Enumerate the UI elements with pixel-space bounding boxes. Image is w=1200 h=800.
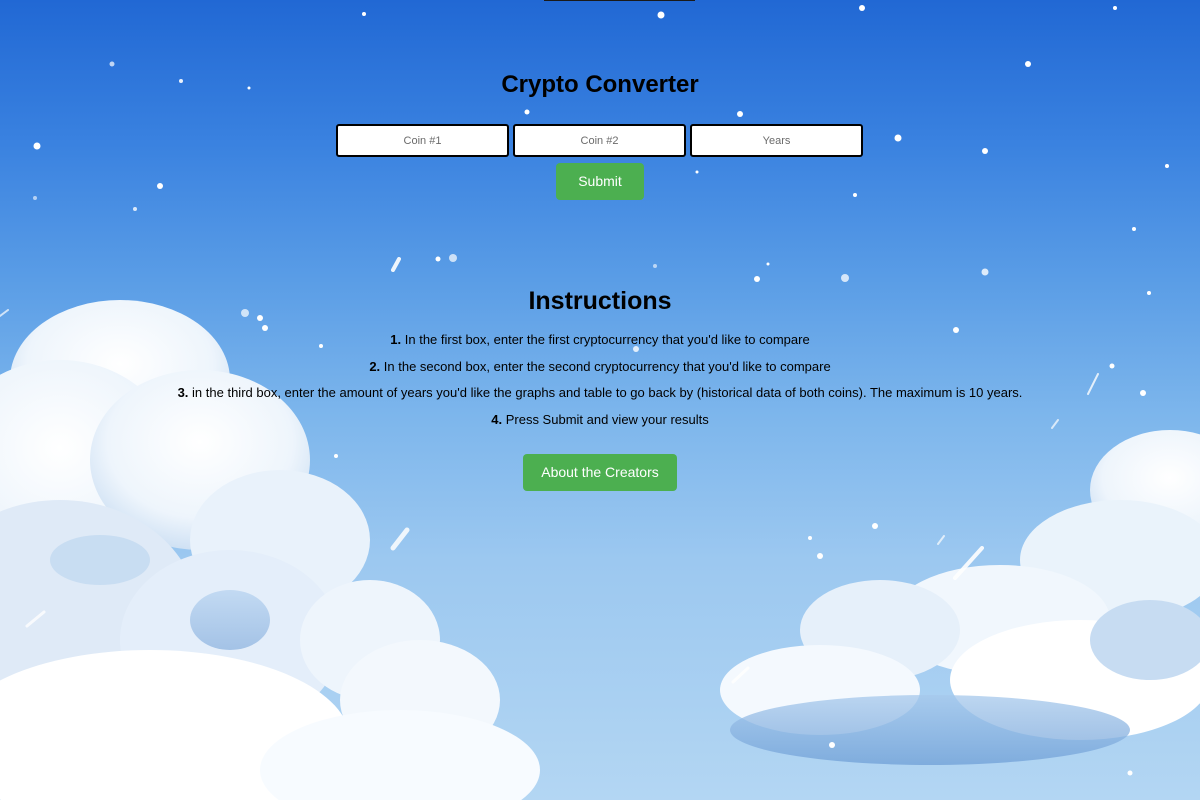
step-number: 3. (177, 385, 189, 400)
coin1-input[interactable] (336, 124, 509, 157)
instruction-step-1: 1. In the first box, enter the first cry… (0, 332, 1200, 348)
step-text: In the first box, enter the first crypto… (404, 332, 810, 347)
step-text: in the third box, enter the amount of ye… (192, 385, 1023, 400)
submit-button[interactable]: Submit (556, 163, 644, 200)
step-number: 1. (390, 332, 402, 347)
step-text: In the second box, enter the second cryp… (383, 359, 831, 374)
instruction-step-3: 3. in the third box, enter the amount of… (0, 385, 1200, 401)
step-text: Press Submit and view your results (505, 412, 709, 427)
instructions-title: Instructions (528, 287, 672, 315)
step-number: 4. (491, 412, 503, 427)
instruction-step-2: 2. In the second box, enter the second c… (0, 359, 1200, 375)
page-title: Crypto Converter (501, 71, 699, 98)
years-input[interactable] (690, 124, 863, 157)
about-creators-button[interactable]: About the Creators (523, 454, 677, 491)
step-number: 2. (369, 359, 381, 374)
coin2-input[interactable] (513, 124, 686, 157)
main-content: Crypto Converter Submit Instructions 1. … (0, 0, 1200, 800)
converter-form (336, 124, 864, 157)
instruction-step-4: 4. Press Submit and view your results (0, 412, 1200, 428)
